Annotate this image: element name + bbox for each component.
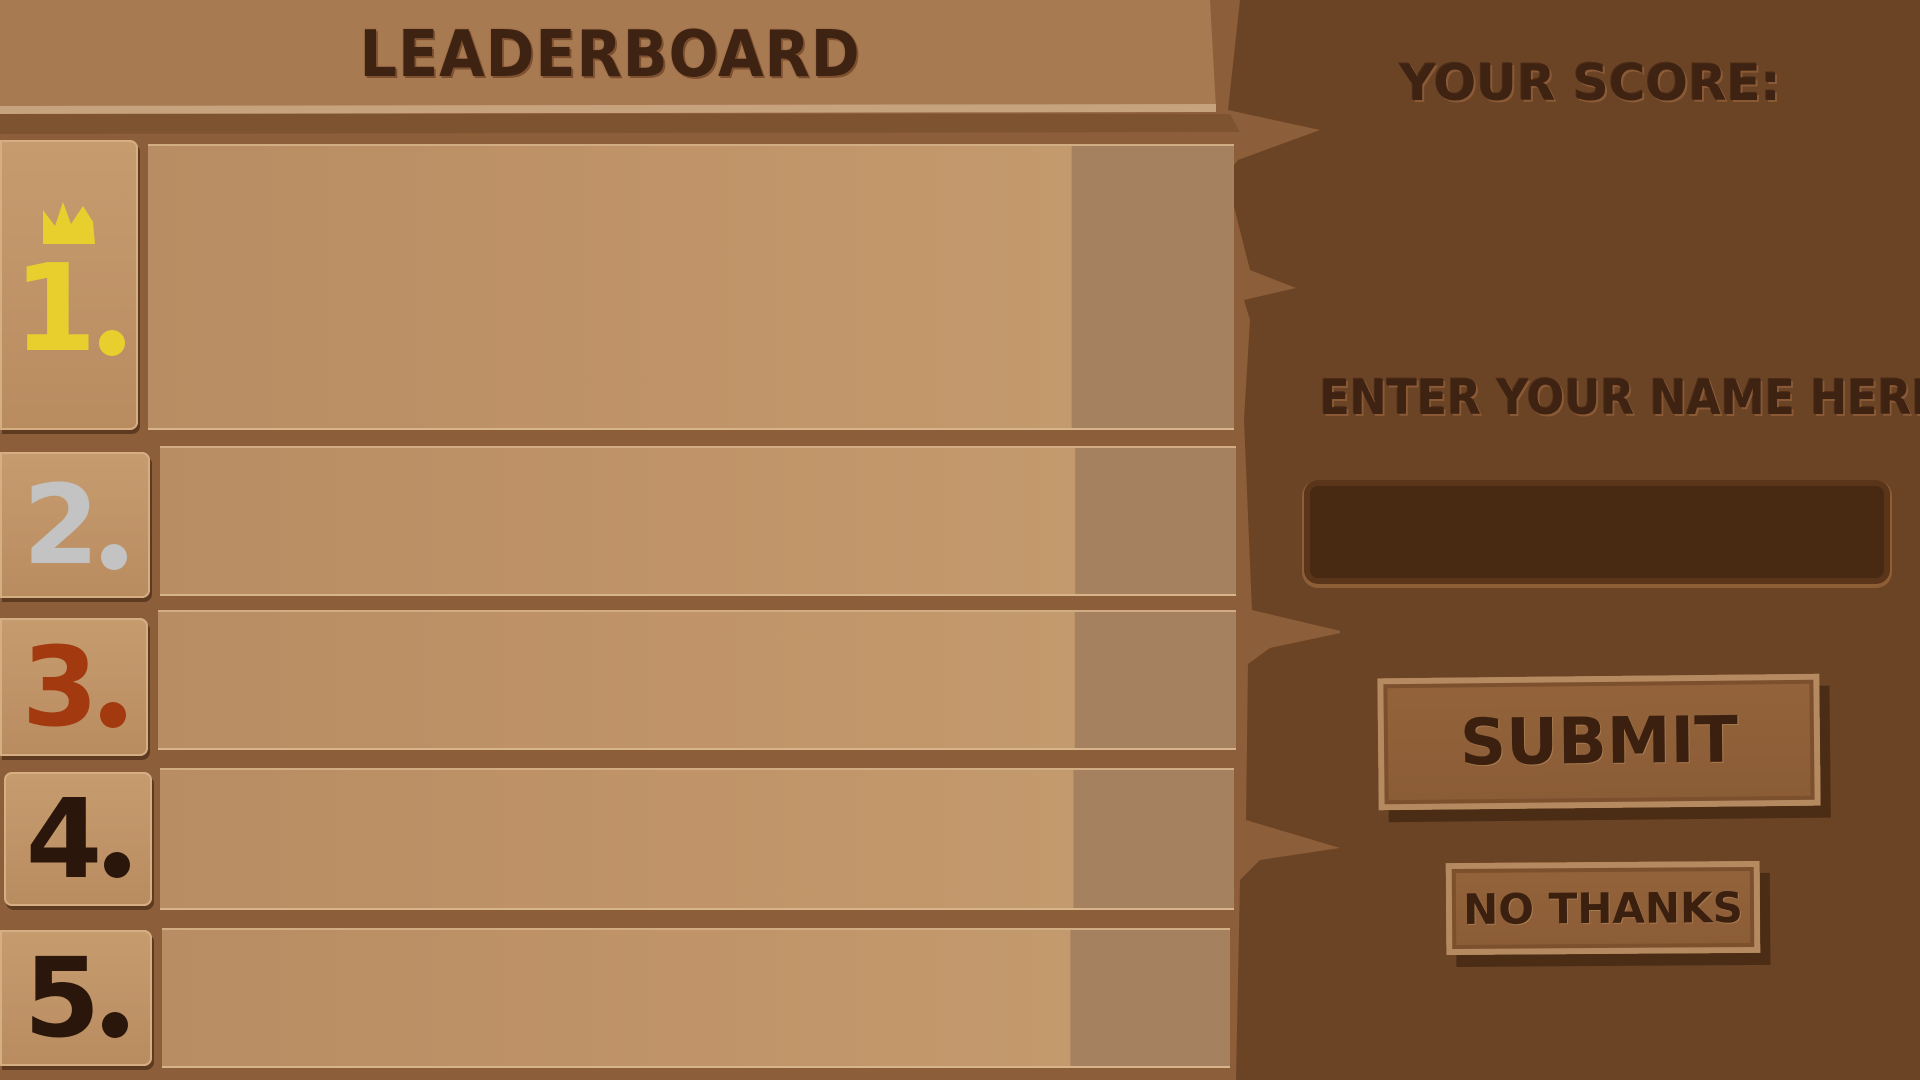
rank-badge-2: 2 [0, 452, 150, 598]
rank-dot [100, 702, 127, 728]
rank-number: 1 [13, 240, 96, 379]
rank-number: 2 [22, 461, 100, 589]
table-row [162, 928, 1230, 1068]
submit-button[interactable]: SUBMIT [1377, 673, 1821, 811]
rank-dot [101, 544, 128, 570]
rank-dot [98, 330, 125, 356]
table-row [148, 144, 1234, 430]
rank-badge-1: 1 [0, 140, 138, 430]
no-thanks-button[interactable]: NO THANKS [1445, 860, 1761, 956]
rank-dot [104, 852, 131, 878]
rank-number: 5 [23, 934, 101, 1062]
table-row [160, 768, 1234, 910]
leaderboard-screen: LEADERBOARD 1 2 3 4 5 YOUR SCORE: ENTER … [0, 0, 1920, 1080]
your-score-label: YOUR SCORE: [1399, 54, 1781, 112]
enter-name-label: ENTER YOUR NAME HERE! [1319, 370, 1920, 426]
rank-badge-3: 3 [0, 618, 148, 756]
rank-number: 4 [25, 775, 103, 903]
table-row [160, 446, 1236, 596]
rank-dot [102, 1012, 129, 1038]
rank-badge-4: 4 [4, 772, 152, 906]
rank-number: 3 [21, 623, 99, 751]
leaderboard-title: LEADERBOARD [359, 18, 861, 92]
name-input[interactable] [1310, 486, 1884, 578]
table-row [158, 610, 1236, 750]
rank-badge-5: 5 [0, 930, 152, 1066]
